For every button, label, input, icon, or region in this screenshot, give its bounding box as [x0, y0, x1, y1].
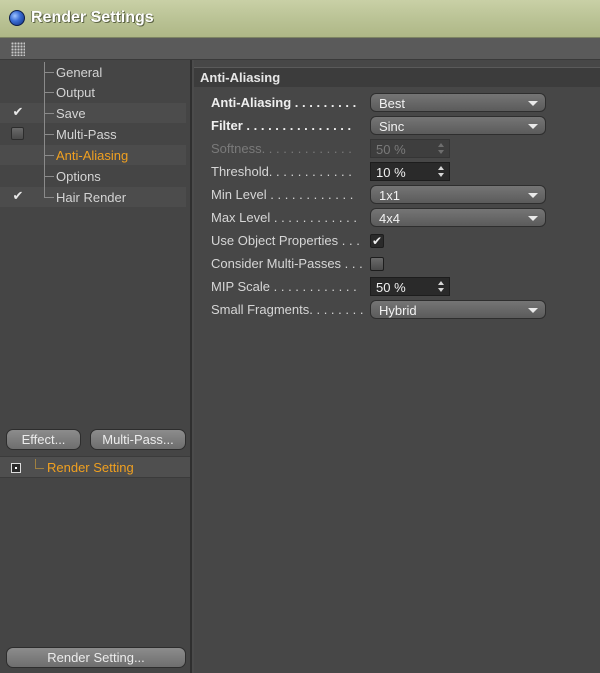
- field-value: 50 %: [376, 280, 406, 295]
- filter-dropdown[interactable]: Sinc: [370, 116, 546, 135]
- tree-branch: [35, 468, 44, 469]
- tree-item-label: Output: [56, 85, 96, 100]
- chevron-down-icon: [528, 101, 538, 106]
- tree-item-label: Hair Render: [56, 190, 127, 205]
- tree-item-options[interactable]: Options: [0, 156, 186, 186]
- grip-icon[interactable]: [11, 42, 25, 56]
- tree-branch: [44, 92, 54, 93]
- threshold-label: Threshold. . . . . . . . . . . .: [211, 164, 352, 179]
- tree-item-label: Save: [56, 106, 86, 121]
- app-orb-icon: [9, 10, 25, 26]
- section-header: Anti-Aliasing: [194, 67, 600, 87]
- chevron-down-icon: [528, 124, 538, 129]
- use-object-properties-label: Use Object Properties . . .: [211, 233, 360, 248]
- anti-aliasing-dropdown[interactable]: Best: [370, 93, 546, 112]
- tree-connector: [44, 135, 45, 155]
- checkbox-icon[interactable]: [11, 127, 24, 140]
- tree-branch: [44, 72, 54, 73]
- settings-content: Anti-Aliasing Anti-Aliasing . . . . . . …: [194, 60, 600, 673]
- tree-item-save[interactable]: ✔ Save: [0, 93, 186, 123]
- spin-up-icon: [438, 143, 444, 147]
- dropdown-value: Sinc: [379, 119, 405, 134]
- render-setting-label: Render Setting: [47, 460, 134, 475]
- tree-connector: [35, 459, 36, 468]
- tree-connector: [44, 62, 45, 72]
- spin-down-icon[interactable]: [438, 173, 444, 177]
- dropdown-value: Best: [379, 96, 406, 111]
- tree-branch: [44, 197, 54, 198]
- title-bar[interactable]: Render Settings: [0, 0, 600, 38]
- softness-label: Softness. . . . . . . . . . . . .: [211, 141, 352, 156]
- spin-up-icon[interactable]: [438, 281, 444, 285]
- checkmark-icon[interactable]: ✔: [11, 106, 25, 120]
- effect-button[interactable]: Effect...: [6, 429, 81, 450]
- min-level-dropdown[interactable]: 1x1: [370, 185, 546, 204]
- tree-branch: [44, 113, 54, 114]
- consider-multi-passes-checkbox[interactable]: [370, 257, 384, 271]
- chevron-down-icon: [528, 308, 538, 313]
- tree-item-label: Options: [56, 169, 101, 184]
- field-value: 10 %: [376, 165, 406, 180]
- chevron-down-icon: [528, 216, 538, 221]
- tree-item-multi-pass[interactable]: Multi-Pass: [0, 114, 186, 144]
- use-object-properties-checkbox[interactable]: ✔: [370, 234, 384, 248]
- tree-branch: [44, 134, 54, 135]
- mip-scale-field[interactable]: 50 %: [370, 277, 450, 296]
- render-setting-button[interactable]: Render Setting...: [6, 647, 186, 668]
- field-value: 50 %: [376, 142, 406, 157]
- tree-item-label: Anti-Aliasing: [56, 148, 129, 163]
- tree-branch: [44, 176, 54, 177]
- small-fragments-dropdown[interactable]: Hybrid: [370, 300, 546, 319]
- filter-label: Filter . . . . . . . . . . . . . . .: [211, 118, 352, 133]
- anti-aliasing-label: Anti-Aliasing . . . . . . . . .: [211, 95, 357, 110]
- window-title: Render Settings: [31, 9, 154, 26]
- tree-connector: [44, 114, 45, 134]
- tree-item-anti-aliasing[interactable]: Anti-Aliasing: [0, 135, 186, 165]
- tree-connector: [44, 72, 45, 92]
- tree-connector: [44, 156, 45, 176]
- spin-down-icon: [438, 150, 444, 154]
- dropdown-value: 1x1: [379, 188, 400, 203]
- dropdown-value: 4x4: [379, 211, 400, 226]
- toolbar: [0, 38, 600, 60]
- mip-scale-label: MIP Scale . . . . . . . . . . . .: [211, 279, 357, 294]
- tree-branch: [44, 155, 54, 156]
- consider-multi-passes-label: Consider Multi-Passes . . .: [211, 256, 363, 271]
- checkmark-icon[interactable]: ✔: [11, 190, 25, 204]
- render-settings-window: Render Settings General Output ✔ Save Mu…: [0, 0, 600, 673]
- tree-item-label: Multi-Pass: [56, 127, 117, 142]
- tree-item-label: General: [56, 65, 103, 80]
- threshold-field[interactable]: 10 %: [370, 162, 450, 181]
- small-fragments-label: Small Fragments. . . . . . . .: [211, 302, 364, 317]
- render-setting-item[interactable]: Render Setting: [0, 456, 190, 478]
- chevron-down-icon: [528, 193, 538, 198]
- tree-item-output[interactable]: Output: [0, 72, 186, 102]
- tree-connector: [44, 93, 45, 113]
- spin-up-icon[interactable]: [438, 166, 444, 170]
- multi-pass-button[interactable]: Multi-Pass...: [90, 429, 186, 450]
- softness-field: 50 %: [370, 139, 450, 158]
- min-level-label: Min Level . . . . . . . . . . . .: [211, 187, 354, 202]
- dropdown-value: Hybrid: [379, 303, 417, 318]
- settings-sidebar: General Output ✔ Save Multi-Pass Anti-Al…: [0, 60, 192, 673]
- tree-item-general[interactable]: General: [0, 62, 186, 82]
- tree-item-hair-render[interactable]: ✔ Hair Render: [0, 177, 186, 207]
- tree-connector: [44, 177, 45, 197]
- spin-down-icon[interactable]: [438, 288, 444, 292]
- section-title: Anti-Aliasing: [200, 70, 281, 85]
- max-level-label: Max Level . . . . . . . . . . . .: [211, 210, 357, 225]
- target-icon[interactable]: [11, 463, 21, 473]
- max-level-dropdown[interactable]: 4x4: [370, 208, 546, 227]
